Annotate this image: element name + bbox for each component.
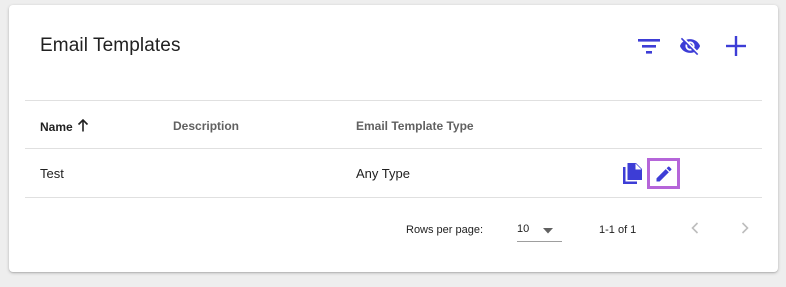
- arrow-up-icon: [77, 118, 89, 135]
- pagination: Rows per page: 10 1-1 of 1: [25, 198, 762, 258]
- email-templates-card: Email Templates Name Description Email T…: [9, 5, 778, 272]
- add-template-button[interactable]: [723, 33, 749, 59]
- copy-icon: [623, 162, 642, 184]
- table-header: Name Description Email Template Type: [25, 101, 762, 149]
- visibility-toggle-button[interactable]: [677, 33, 703, 59]
- chevron-left-icon: [691, 222, 699, 234]
- rows-per-page-select[interactable]: 10: [517, 216, 562, 242]
- chevron-right-icon: [741, 222, 749, 234]
- cell-type: Any Type: [356, 166, 410, 181]
- filter-button[interactable]: [636, 33, 662, 59]
- column-header-label: Name: [40, 120, 73, 134]
- row-actions: [620, 158, 680, 189]
- templates-table: Name Description Email Template Type Tes…: [25, 100, 762, 258]
- table-row[interactable]: Test Any Type: [25, 149, 762, 198]
- pagination-range: 1-1 of 1: [599, 224, 637, 236]
- filter-icon: [638, 39, 660, 54]
- next-page-button[interactable]: [735, 218, 755, 238]
- visibility-off-icon: [679, 37, 701, 56]
- column-header-type[interactable]: Email Template Type: [356, 119, 474, 133]
- cell-name: Test: [40, 166, 64, 181]
- dropdown-arrow-icon: [543, 225, 553, 237]
- column-header-description[interactable]: Description: [173, 119, 239, 133]
- page-title: Email Templates: [40, 35, 181, 56]
- copy-button[interactable]: [620, 161, 646, 187]
- edit-icon: [656, 165, 672, 181]
- edit-button[interactable]: [647, 158, 680, 189]
- rows-per-page-label: Rows per page:: [406, 224, 484, 236]
- previous-page-button[interactable]: [685, 218, 705, 238]
- add-icon: [726, 36, 746, 56]
- column-header-name[interactable]: Name: [40, 118, 89, 135]
- rows-per-page-value: 10: [517, 223, 530, 235]
